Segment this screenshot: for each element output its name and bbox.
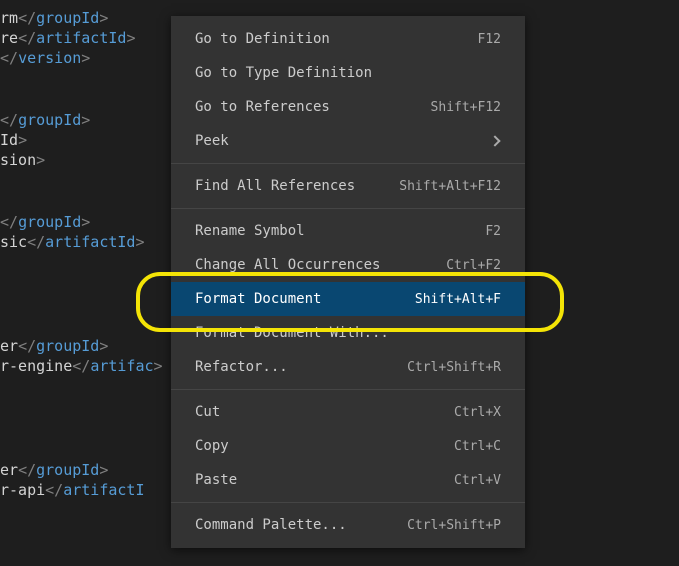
menu-item-go-to-type-definition[interactable]: Go to Type Definition <box>171 56 525 90</box>
menu-item-label: Copy <box>195 438 454 454</box>
menu-item-label: Command Palette... <box>195 517 407 533</box>
menu-item-find-all-references[interactable]: Find All ReferencesShift+Alt+F12 <box>171 169 525 203</box>
menu-item-label: Peek <box>195 133 491 149</box>
menu-item-shortcut: Shift+Alt+F12 <box>399 179 501 194</box>
menu-item-cut[interactable]: CutCtrl+X <box>171 395 525 429</box>
menu-item-rename-symbol[interactable]: Rename SymbolF2 <box>171 214 525 248</box>
menu-item-format-document-with[interactable]: Format Document With... <box>171 316 525 350</box>
menu-item-label: Find All References <box>195 178 399 194</box>
menu-item-label: Go to References <box>195 99 431 115</box>
menu-item-label: Format Document <box>195 291 415 307</box>
menu-separator <box>171 208 525 209</box>
menu-item-shortcut: Ctrl+C <box>454 439 501 454</box>
menu-separator <box>171 389 525 390</box>
chevron-right-icon <box>491 134 501 149</box>
menu-item-label: Paste <box>195 472 454 488</box>
menu-item-format-document[interactable]: Format DocumentShift+Alt+F <box>171 282 525 316</box>
menu-item-label: Go to Definition <box>195 31 478 47</box>
menu-separator <box>171 163 525 164</box>
menu-item-paste[interactable]: PasteCtrl+V <box>171 463 525 497</box>
menu-item-label: Format Document With... <box>195 325 501 341</box>
menu-item-shortcut: Shift+Alt+F <box>415 292 501 307</box>
menu-item-label: Cut <box>195 404 454 420</box>
menu-item-command-palette[interactable]: Command Palette...Ctrl+Shift+P <box>171 508 525 542</box>
menu-item-shortcut: F2 <box>485 224 501 239</box>
menu-item-refactor[interactable]: Refactor...Ctrl+Shift+R <box>171 350 525 384</box>
menu-item-change-all-occurrences[interactable]: Change All OccurrencesCtrl+F2 <box>171 248 525 282</box>
menu-item-shortcut: Ctrl+X <box>454 405 501 420</box>
menu-item-label: Refactor... <box>195 359 407 375</box>
menu-item-label: Change All Occurrences <box>195 257 446 273</box>
menu-item-shortcut: Ctrl+Shift+R <box>407 360 501 375</box>
menu-separator <box>171 502 525 503</box>
menu-item-go-to-definition[interactable]: Go to DefinitionF12 <box>171 22 525 56</box>
menu-item-shortcut: Ctrl+F2 <box>446 258 501 273</box>
menu-item-shortcut: F12 <box>478 32 501 47</box>
context-menu: Go to DefinitionF12 Go to Type Definition… <box>171 16 525 548</box>
menu-item-label: Go to Type Definition <box>195 65 501 81</box>
menu-item-shortcut: Shift+F12 <box>431 100 501 115</box>
menu-item-shortcut: Ctrl+Shift+P <box>407 518 501 533</box>
menu-item-label: Rename Symbol <box>195 223 485 239</box>
menu-item-shortcut: Ctrl+V <box>454 473 501 488</box>
menu-item-copy[interactable]: CopyCtrl+C <box>171 429 525 463</box>
menu-item-peek[interactable]: Peek <box>171 124 525 158</box>
menu-item-go-to-references[interactable]: Go to ReferencesShift+F12 <box>171 90 525 124</box>
